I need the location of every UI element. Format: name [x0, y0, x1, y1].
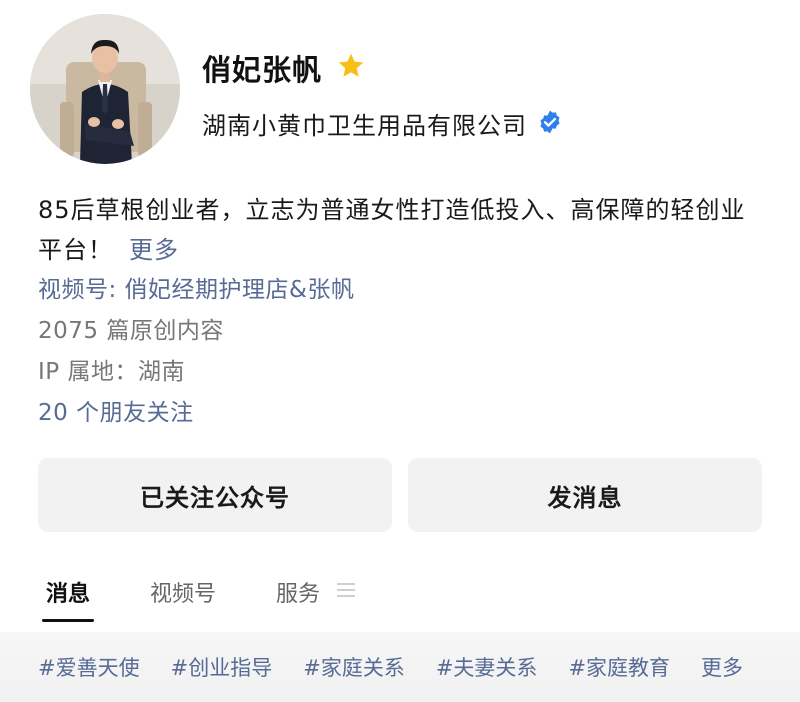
tag-list: #爱善天使 #创业指导 #家庭关系 #夫妻关系 #家庭教育 更多	[38, 652, 743, 682]
verified-badge-icon[interactable]	[537, 109, 563, 139]
tab-video-channel[interactable]: 视频号	[142, 572, 224, 622]
tag-item[interactable]: #创业指导	[171, 652, 273, 682]
ip-location: IP 属地：湖南	[38, 359, 185, 385]
tags-bar: #爱善天使 #创业指导 #家庭关系 #夫妻关系 #家庭教育 更多	[0, 632, 800, 702]
tags-more-link[interactable]: 更多	[701, 652, 743, 682]
star-icon[interactable]	[336, 51, 366, 85]
profile-info: 俏妃张帆 湖南小黄巾卫生用品有限公司	[202, 48, 563, 141]
tag-item[interactable]: #夫妻关系	[436, 652, 538, 682]
followed-account-button[interactable]: 已关注公众号	[38, 458, 392, 532]
profile-page: 俏妃张帆 湖南小黄巾卫生用品有限公司 85后草根创业者，立志为普通女性打造低投入…	[0, 0, 800, 702]
tag-item[interactable]: #爱善天使	[38, 652, 140, 682]
profile-header: 俏妃张帆 湖南小黄巾卫生用品有限公司	[30, 14, 563, 164]
tab-services[interactable]: 服务	[268, 572, 328, 622]
article-count: 2075 篇原创内容	[38, 318, 224, 344]
profile-bio: 85后草根创业者，立志为普通女性打造低投入、高保障的轻创业平台！ 更多	[38, 190, 758, 270]
company-name[interactable]: 湖南小黄巾卫生用品有限公司	[202, 106, 527, 141]
tag-item[interactable]: #家庭关系	[303, 652, 405, 682]
tag-item[interactable]: #家庭教育	[568, 652, 670, 682]
menu-icon[interactable]	[336, 581, 356, 603]
content-tabs: 消息 视频号 服务	[38, 572, 356, 622]
action-buttons: 已关注公众号 发消息	[38, 458, 762, 532]
profile-details: 视频号: 俏妃经期护理店&张帆 2075 篇原创内容 IP 属地：湖南 20 个…	[38, 270, 355, 434]
tab-messages[interactable]: 消息	[38, 572, 98, 622]
bio-more-link[interactable]: 更多	[129, 236, 179, 264]
avatar[interactable]	[30, 14, 180, 164]
send-message-button[interactable]: 发消息	[408, 458, 762, 532]
video-channel-link[interactable]: 视频号: 俏妃经期护理店&张帆	[38, 270, 355, 311]
profile-name: 俏妃张帆	[202, 53, 323, 87]
friends-following-link[interactable]: 20 个朋友关注	[38, 393, 355, 434]
